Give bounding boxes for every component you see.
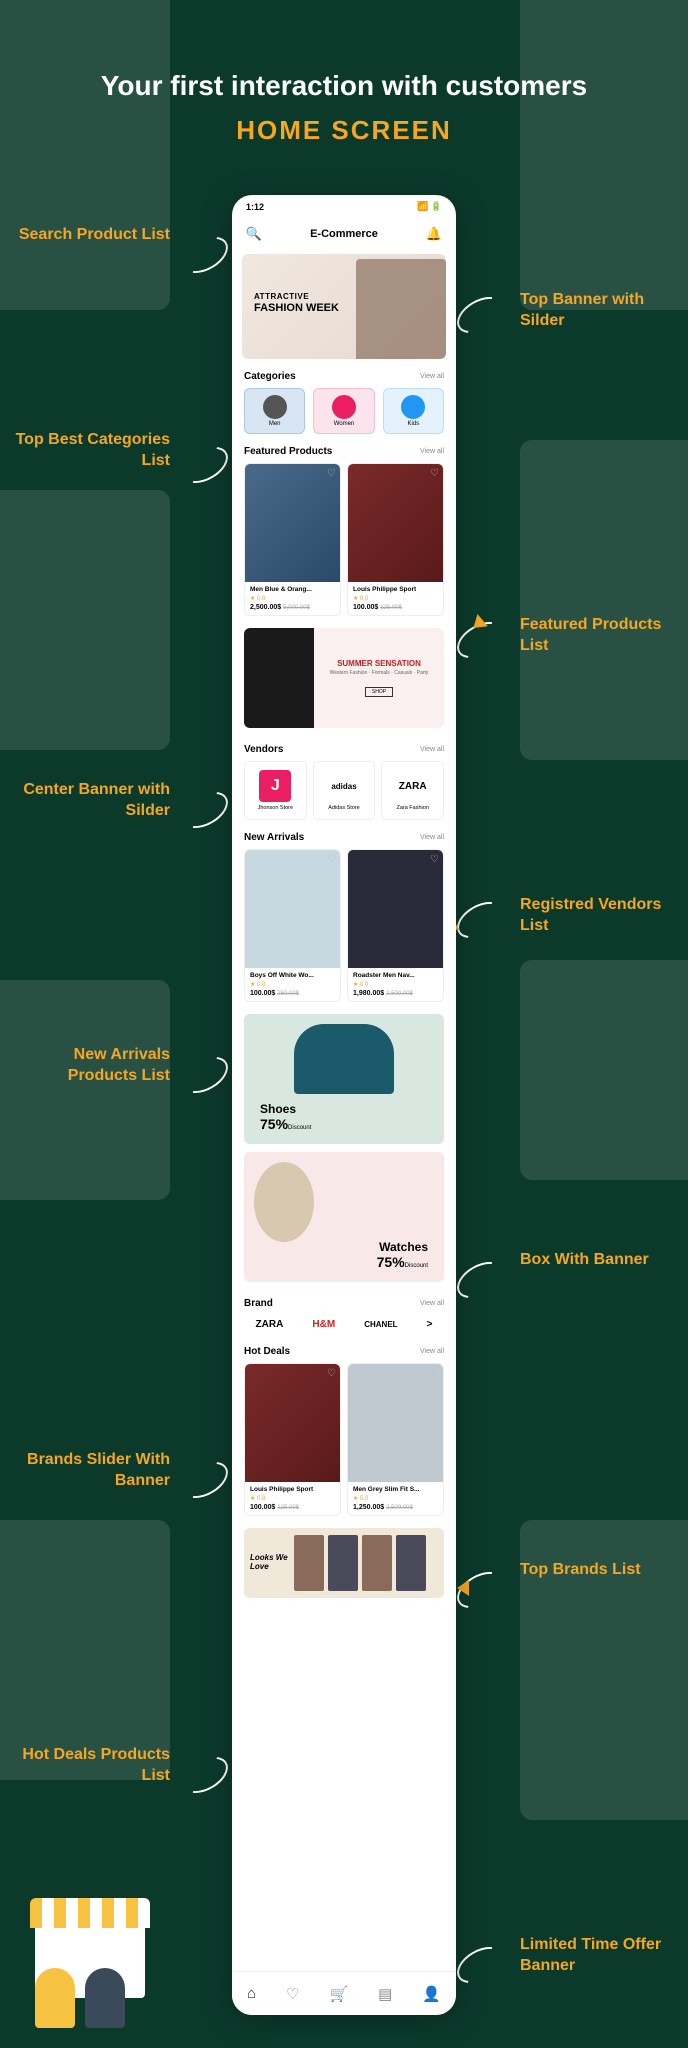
product-card[interactable]: ♡ Louis Philippe Sport ★ 0.0 100.00$125.… [347, 463, 444, 616]
subhead-text: HOME SCREEN [0, 115, 688, 146]
status-time: 1:12 [246, 202, 264, 212]
annotation-hotdeals: Hot Deals Products List [10, 1745, 170, 1787]
section-hotdeals: Hot Deals View all ♡ Louis Philippe Spor… [232, 1338, 456, 1520]
nav-orders-icon[interactable]: ▤ [378, 1985, 392, 2003]
product-card[interactable]: ♡ Men Grey Slim Fit S... ★ 5.0 1,250.00$… [347, 1363, 444, 1516]
heart-icon[interactable]: ♡ [327, 1368, 336, 1379]
nav-heart-icon[interactable]: ♡ [286, 1985, 299, 2003]
category-kids[interactable]: Kids [383, 388, 444, 434]
heart-icon[interactable]: ♡ [327, 468, 336, 479]
annotation-brandslider: Brands Slider With Banner [10, 1450, 170, 1492]
limited-offer-banner[interactable]: Looks We Love [244, 1528, 444, 1598]
annotation-limited: Limited Time Offer Banner [520, 1935, 680, 1977]
offer-text: Looks We Love [250, 1554, 290, 1572]
heart-icon[interactable]: ♡ [430, 1368, 439, 1379]
promo-title: Watches [377, 1240, 428, 1254]
section-categories: Categories View all Men Women Kids [232, 363, 456, 438]
featured-viewall[interactable]: View all [420, 448, 444, 455]
vendor-card[interactable]: adidasAdidas Store [313, 761, 376, 820]
annotation-topbanner: Top Banner with Silder [520, 290, 680, 332]
banner-model-image [244, 628, 314, 728]
product-card[interactable]: ♡ Louis Philippe Sport ★ 0.0 100.00$125.… [244, 1363, 341, 1516]
promo-shoes[interactable]: Shoes 75%Discount [244, 1014, 444, 1144]
newarrivals-title: New Arrivals [244, 832, 304, 843]
midbanner-sub: Western Fashion · Formals · Casuals · Pa… [314, 670, 444, 676]
featured-title: Featured Products [244, 446, 332, 457]
banner-pretext: ATTRACTIVE [254, 292, 309, 301]
banner-title: FASHION WEEK [254, 302, 339, 314]
categories-title: Categories [244, 371, 296, 382]
annotation-featured: Featured Products List [520, 615, 680, 657]
brand-hm[interactable]: H&M [312, 1319, 335, 1330]
search-icon[interactable]: 🔍 [246, 226, 262, 242]
center-banner[interactable]: SUMMER SENSATION Western Fashion · Forma… [244, 628, 444, 728]
vendor-card[interactable]: ZARAZara Fashion [381, 761, 444, 820]
promo-title: Shoes [260, 1102, 311, 1116]
section-vendors: Vendors View all JJhonson Store adidasAd… [232, 736, 456, 824]
offer-img [328, 1535, 358, 1591]
annotation-topbrands: Top Brands List [520, 1560, 680, 1581]
categories-viewall[interactable]: View all [420, 373, 444, 380]
brand-more-icon[interactable]: > [427, 1319, 433, 1330]
newarrivals-viewall[interactable]: View all [420, 834, 444, 841]
bell-icon[interactable]: 🔔 [426, 226, 442, 242]
annotation-search: Search Product List [10, 225, 170, 246]
product-card[interactable]: ♡ Boys Off White Wo... ★ 0.0 100.00$250.… [244, 849, 341, 1002]
vendors-viewall[interactable]: View all [420, 746, 444, 753]
brand-viewall[interactable]: View all [420, 1300, 444, 1307]
hotdeals-viewall[interactable]: View all [420, 1348, 444, 1355]
section-brand: Brand View all ZARA H&M CHANEL > [232, 1290, 456, 1338]
vendors-title: Vendors [244, 744, 283, 755]
banner-image [356, 259, 446, 359]
app-header: 🔍 E-Commerce 🔔 [232, 218, 456, 250]
category-men[interactable]: Men [244, 388, 305, 434]
store-illustration [15, 1898, 165, 2028]
heart-icon[interactable]: ♡ [327, 854, 336, 865]
annotation-boxbanner: Box With Banner [520, 1250, 680, 1271]
product-card[interactable]: ♡ Men Blue & Orang... ★ 0.0 2,500.00$5,0… [244, 463, 341, 616]
vendor-card[interactable]: JJhonson Store [244, 761, 307, 820]
offer-img [396, 1535, 426, 1591]
brand-zara[interactable]: ZARA [256, 1319, 284, 1330]
headline-text: Your first interaction with customers [0, 70, 688, 102]
phone-mockup: 1:12 📶 🔋 🔍 E-Commerce 🔔 ATTRACTIVE FASHI… [232, 195, 456, 2015]
hotdeals-title: Hot Deals [244, 1346, 290, 1357]
brand-title: Brand [244, 1298, 273, 1309]
offer-img [362, 1535, 392, 1591]
nav-cart-icon[interactable]: 🛒 [329, 1985, 348, 2003]
section-newarrivals: New Arrivals View all ♡ Boys Off White W… [232, 824, 456, 1006]
annotation-vendors: Registred Vendors List [520, 895, 680, 937]
top-banner[interactable]: ATTRACTIVE FASHION WEEK [242, 254, 446, 359]
heart-icon[interactable]: ♡ [430, 854, 439, 865]
status-bar: 1:12 📶 🔋 [232, 195, 456, 218]
nav-home-icon[interactable]: ⌂ [247, 1985, 256, 2002]
status-icons: 📶 🔋 [417, 201, 442, 212]
offer-img [294, 1535, 324, 1591]
nav-profile-icon[interactable]: 👤 [422, 1985, 441, 2003]
product-card[interactable]: ♡ Roadster Men Nav... ★ 0.0 1,980.00$2,5… [347, 849, 444, 1002]
section-featured: Featured Products View all ♡ Men Blue & … [232, 438, 456, 620]
annotation-newarrivals: New Arrivals Products List [10, 1045, 170, 1087]
brand-chanel[interactable]: CHANEL [364, 1320, 397, 1329]
bottom-nav: ⌂ ♡ 🛒 ▤ 👤 [232, 1971, 456, 2015]
midbanner-title: SUMMER SENSATION [314, 659, 444, 668]
annotation-categories: Top Best Categories List [10, 430, 170, 472]
shop-button[interactable]: SHOP [365, 687, 393, 697]
category-women[interactable]: Women [313, 388, 374, 434]
app-title: E-Commerce [310, 228, 378, 240]
promo-watches[interactable]: Watches 75%Discount [244, 1152, 444, 1282]
shoes-image [294, 1024, 394, 1094]
heart-icon[interactable]: ♡ [430, 468, 439, 479]
annotation-centerbanner: Center Banner with Silder [10, 780, 170, 822]
watch-image [254, 1162, 314, 1242]
